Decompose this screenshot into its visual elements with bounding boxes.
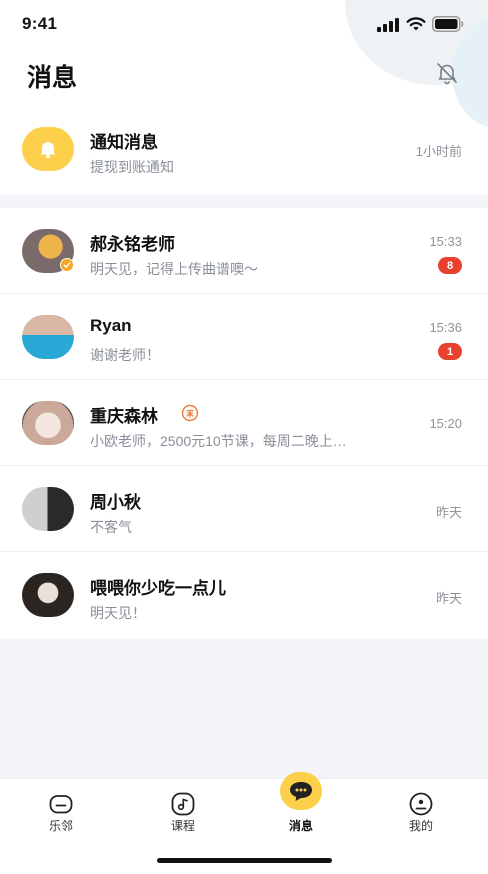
bell-off-icon[interactable]	[434, 60, 460, 86]
status-time: 9:41	[22, 14, 58, 33]
chat-name: 周小秋	[90, 493, 141, 512]
chat-time: 昨天	[435, 505, 462, 520]
chat-time: 15:36	[429, 320, 462, 335]
chat-row[interactable]: 喂喂你少吃一点儿 明天见！ 昨天	[0, 552, 488, 638]
verified-badge-icon	[60, 258, 74, 272]
avatar	[22, 487, 74, 531]
tag-icon	[181, 404, 199, 422]
chat-time: 15:20	[429, 416, 462, 431]
chat-message: 小欧老师，2500元10节课，每周二晚上…	[90, 433, 347, 449]
bell-icon	[40, 142, 56, 159]
page-title: 消息	[27, 64, 78, 92]
chat-bubble-icon	[290, 782, 312, 801]
notice-icon	[22, 127, 74, 171]
header-area: 9:41 消息 通知消息 提现到账通知 1小时前	[0, 0, 488, 195]
tab-courses[interactable]: 课程	[122, 779, 244, 839]
chat-message: 谢谢老师！	[90, 347, 160, 363]
chat-time: 昨天	[435, 591, 462, 606]
tab-messages[interactable]: 消息	[240, 772, 362, 839]
chat-message: 不客气	[90, 519, 132, 535]
chat-list: 郝永铭老师 明天见，记得上传曲谱噢～ 15:33 8 Ryan 谢谢老师！ 15…	[0, 208, 488, 639]
chat-row[interactable]: 周小秋 不客气 昨天	[0, 466, 488, 552]
tab-label: 我的	[408, 819, 433, 833]
chat-message: 明天见！	[90, 605, 146, 621]
wifi-icon	[406, 17, 426, 31]
notice-subtitle: 提现到账通知	[90, 159, 174, 175]
tab-label: 课程	[170, 819, 195, 833]
tab-profile[interactable]: 我的	[360, 779, 482, 839]
notice-title: 通知消息	[90, 133, 158, 152]
tab-label: 消息	[288, 819, 313, 833]
notice-row[interactable]: 通知消息 提现到账通知 1小时前	[0, 110, 488, 194]
music-note-icon	[171, 792, 195, 816]
avatar	[22, 573, 74, 617]
home-icon	[49, 795, 73, 814]
tab-label: 乐邻	[48, 819, 73, 833]
home-indicator	[157, 858, 332, 863]
unread-badge: 1	[438, 343, 462, 360]
chat-name: Ryan	[90, 316, 132, 335]
chat-message: 明天见，记得上传曲谱噢～	[90, 261, 258, 277]
signal-icon	[377, 18, 399, 32]
notice-time: 1小时前	[415, 144, 462, 159]
chat-row[interactable]: Ryan 谢谢老师！ 15:36 1	[0, 294, 488, 380]
tab-active-indicator	[280, 772, 322, 810]
chat-name: 重庆森林	[90, 407, 158, 426]
chat-row[interactable]: 重庆森林 小欧老师，2500元10节课，每周二晚上… 15:20	[0, 380, 488, 466]
avatar	[22, 401, 74, 445]
status-bar: 9:41	[0, 0, 488, 50]
chat-time: 15:33	[429, 234, 462, 249]
chat-name: 喂喂你少吃一点儿	[90, 579, 226, 598]
unread-badge: 8	[438, 257, 462, 274]
avatar	[22, 315, 74, 359]
chat-name: 郝永铭老师	[90, 235, 175, 254]
chat-row[interactable]: 郝永铭老师 明天见，记得上传曲谱噢～ 15:33 8	[0, 208, 488, 294]
tab-home[interactable]: 乐邻	[0, 779, 122, 839]
battery-icon	[432, 16, 464, 32]
profile-icon	[409, 792, 433, 816]
